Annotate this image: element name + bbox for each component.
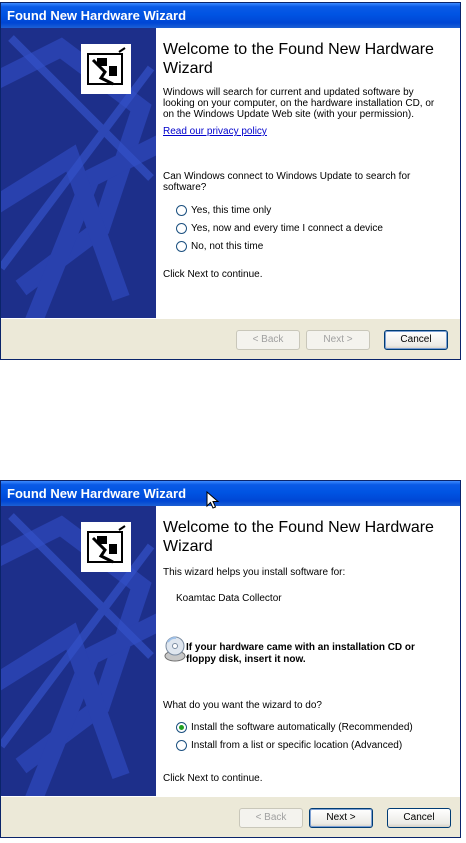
option-yes-every-time[interactable]: Yes, now and every time I connect a devi… bbox=[176, 222, 383, 235]
radio-button-selected[interactable] bbox=[176, 722, 187, 733]
option-install-from-list[interactable]: Install from a list or specific location… bbox=[176, 739, 402, 752]
wizard-content: Welcome to the Found New Hardware Wizard… bbox=[156, 28, 460, 318]
continue-text: Click Next to continue. bbox=[163, 269, 263, 280]
cancel-button[interactable]: Cancel bbox=[387, 808, 451, 828]
option-install-automatically[interactable]: Install the software automatically (Reco… bbox=[176, 721, 413, 734]
button-bar: < Back Next > Cancel bbox=[1, 318, 460, 359]
intro-text: Windows will search for current and upda… bbox=[163, 87, 435, 120]
option-no-not-this-time[interactable]: No, not this time bbox=[176, 240, 263, 253]
mouse-cursor-icon bbox=[206, 491, 220, 509]
hardware-icon bbox=[81, 44, 131, 94]
radio-button[interactable] bbox=[176, 740, 187, 751]
wizard-window-2: Found New Hardware Wizard Welcome to the… bbox=[0, 480, 461, 838]
continue-text: Click Next to continue. bbox=[163, 773, 263, 784]
wizard-content: Welcome to the Found New Hardware Wizard… bbox=[156, 506, 460, 796]
device-name: Koamtac Data Collector bbox=[176, 593, 282, 604]
page-title: Welcome to the Found New Hardware Wizard bbox=[163, 41, 434, 77]
cd-icon bbox=[164, 636, 186, 662]
sidebar-graphic bbox=[1, 28, 156, 318]
title-bar[interactable]: Found New Hardware Wizard bbox=[1, 481, 460, 506]
next-button[interactable]: Next > bbox=[306, 330, 370, 350]
hardware-icon bbox=[81, 522, 131, 572]
sidebar-graphic bbox=[1, 506, 156, 796]
intro-text: This wizard helps you install software f… bbox=[163, 567, 346, 578]
title-bar[interactable]: Found New Hardware Wizard bbox=[1, 3, 460, 28]
back-button[interactable]: < Back bbox=[239, 808, 303, 828]
button-bar: < Back Next > Cancel bbox=[1, 796, 460, 837]
cd-instruction: If your hardware came with an installati… bbox=[186, 642, 415, 665]
radio-button[interactable] bbox=[176, 223, 187, 234]
wizard-window-1: Found New Hardware Wizard Welcome to the… bbox=[0, 2, 461, 360]
page-title: Welcome to the Found New Hardware Wizard bbox=[163, 519, 434, 555]
option-yes-this-time[interactable]: Yes, this time only bbox=[176, 204, 271, 217]
privacy-policy-link[interactable]: Read our privacy policy bbox=[163, 126, 267, 137]
question-text: Can Windows connect to Windows Update to… bbox=[163, 171, 411, 193]
back-button[interactable]: < Back bbox=[236, 330, 300, 350]
sidebar-pattern bbox=[1, 506, 156, 796]
radio-button[interactable] bbox=[176, 241, 187, 252]
sidebar-pattern bbox=[1, 28, 156, 318]
next-button[interactable]: Next > bbox=[309, 808, 373, 828]
cancel-button[interactable]: Cancel bbox=[384, 330, 448, 350]
radio-button[interactable] bbox=[176, 205, 187, 216]
question-text: What do you want the wizard to do? bbox=[163, 700, 322, 711]
